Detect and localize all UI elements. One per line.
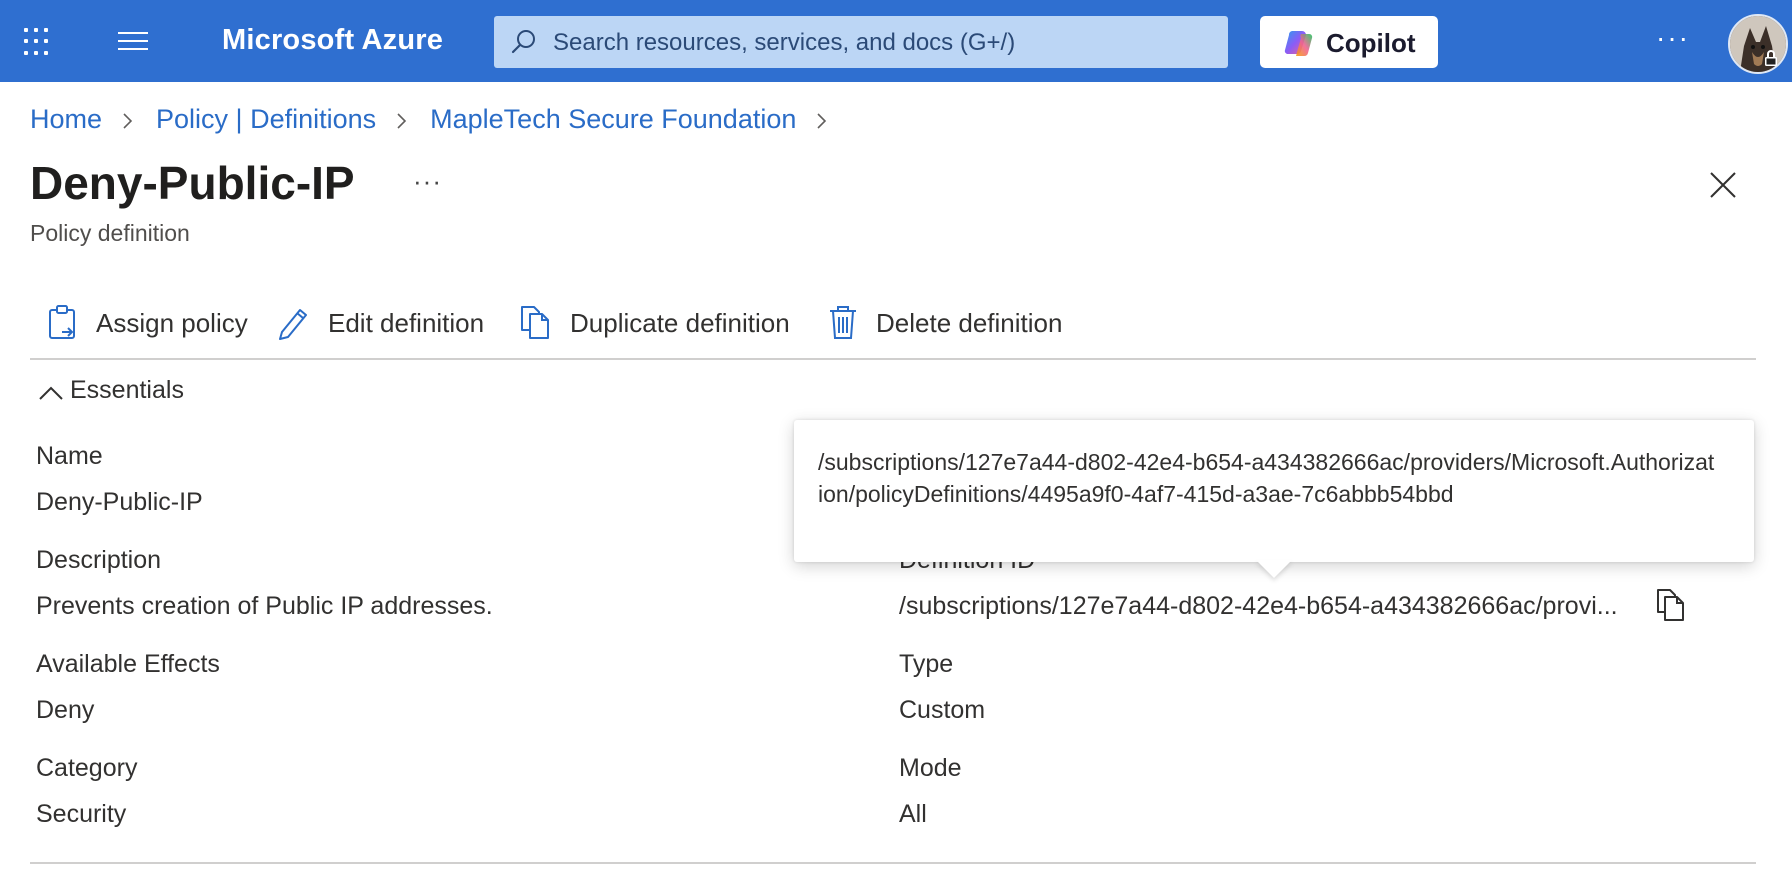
tooltip-arrow [1256,560,1292,578]
chevron-right-icon [397,113,407,129]
definition-id-value[interactable]: /subscriptions/127e7a44-d802-42e4-b654-a… [899,592,1618,621]
assign-policy-button[interactable]: Assign policy [48,302,268,342]
divider [30,862,1756,864]
search-icon [511,30,535,54]
chevron-up-icon [39,386,63,400]
menu-icon[interactable] [118,32,148,52]
pencil-icon [279,309,307,340]
name-label: Name [36,442,103,470]
trash-icon [830,306,856,339]
description-value: Prevents creation of Public IP addresses… [36,592,493,620]
copilot-icon [1284,31,1313,57]
search-input[interactable]: Search resources, services, and docs (G+… [494,16,1228,68]
breadcrumb-policy-definitions[interactable]: Policy | Definitions [156,104,376,134]
definition-id-tooltip: /subscriptions/127e7a44-d802-42e4-b654-a… [794,420,1754,562]
divider [30,358,1756,360]
tooltip-text: /subscriptions/127e7a44-d802-42e4-b654-a… [818,449,1715,507]
chevron-right-icon [123,113,133,129]
page-subtitle: Policy definition [30,220,190,246]
available-effects-label: Available Effects [36,650,220,678]
mode-value: All [899,800,927,828]
top-bar: Microsoft Azure Search resources, servic… [0,0,1792,82]
delete-definition-label: Delete definition [876,308,1063,338]
brand-title[interactable]: Microsoft Azure [222,24,443,57]
assign-clipboard-icon [49,305,75,339]
category-label: Category [36,754,138,782]
available-effects-value: Deny [36,696,95,724]
chevron-right-icon [817,113,827,129]
duplicate-definition-button[interactable]: Duplicate definition [520,302,810,342]
avatar[interactable] [1728,14,1788,74]
duplicate-definition-label: Duplicate definition [570,308,790,338]
duplicate-icon [521,306,549,339]
breadcrumb-initiative[interactable]: MapleTech Secure Foundation [430,104,796,134]
search-placeholder: Search resources, services, and docs (G+… [553,29,1016,56]
more-options-icon[interactable]: ··· [1656,22,1690,54]
delete-definition-button[interactable]: Delete definition [828,302,1088,342]
edit-definition-button[interactable]: Edit definition [276,302,496,342]
title-more-options-icon[interactable]: ··· [413,166,442,197]
type-label: Type [899,650,954,678]
name-value: Deny-Public-IP [36,488,203,516]
close-icon[interactable] [1708,170,1738,200]
edit-definition-label: Edit definition [328,308,485,338]
page-title: Deny-Public-IP [30,157,355,209]
assign-policy-label: Assign policy [96,308,248,338]
app-launcher-icon[interactable] [24,28,52,56]
type-value: Custom [899,696,986,724]
copilot-label: Copilot [1326,28,1416,58]
copilot-button[interactable]: Copilot [1260,16,1438,68]
essentials-label: Essentials [70,376,184,404]
breadcrumb-home[interactable]: Home [30,104,102,134]
mode-label: Mode [899,754,962,782]
lock-icon [1765,50,1777,66]
breadcrumb: Home Policy | Definitions MapleTech Secure… [30,104,850,135]
category-value: Security [36,800,127,828]
copy-icon[interactable] [1656,588,1686,622]
description-label: Description [36,546,162,574]
